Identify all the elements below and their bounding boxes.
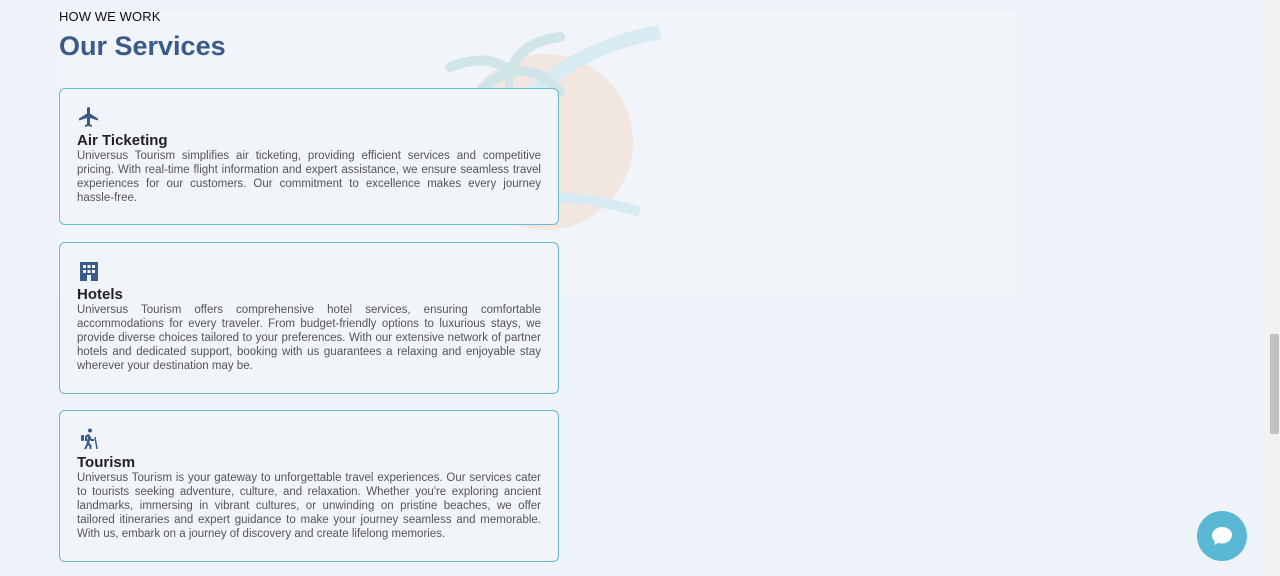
scrollbar-thumb[interactable] bbox=[1270, 334, 1279, 434]
service-card-tourism: Tourism Universus Tourism is your gatewa… bbox=[59, 410, 559, 562]
hotel-icon bbox=[80, 262, 98, 281]
scrollbar-track[interactable] bbox=[1268, 0, 1280, 576]
plane-icon bbox=[79, 107, 98, 127]
section-title: Our Services bbox=[59, 31, 226, 61]
chat-button[interactable] bbox=[1197, 511, 1247, 561]
service-card-hotels: Hotels Universus Tourism offers comprehe… bbox=[59, 242, 559, 394]
service-title: Tourism bbox=[77, 454, 136, 471]
service-title: Air Ticketing bbox=[77, 132, 168, 149]
service-card-air-ticketing: Air Ticketing Universus Tourism simplifi… bbox=[59, 88, 559, 225]
section-eyebrow: HOW WE WORK bbox=[59, 9, 161, 24]
service-description: Universus Tourism simplifies air ticketi… bbox=[77, 150, 541, 204]
service-description: Universus Tourism is your gateway to unf… bbox=[77, 472, 541, 540]
hiker-icon bbox=[81, 428, 98, 450]
service-title: Hotels bbox=[77, 286, 123, 303]
chat-bubble-icon bbox=[1212, 527, 1232, 545]
page: HOW WE WORK Our Services Air Ticketing U… bbox=[0, 0, 1280, 576]
service-description: Universus Tourism offers comprehensive h… bbox=[77, 304, 541, 372]
